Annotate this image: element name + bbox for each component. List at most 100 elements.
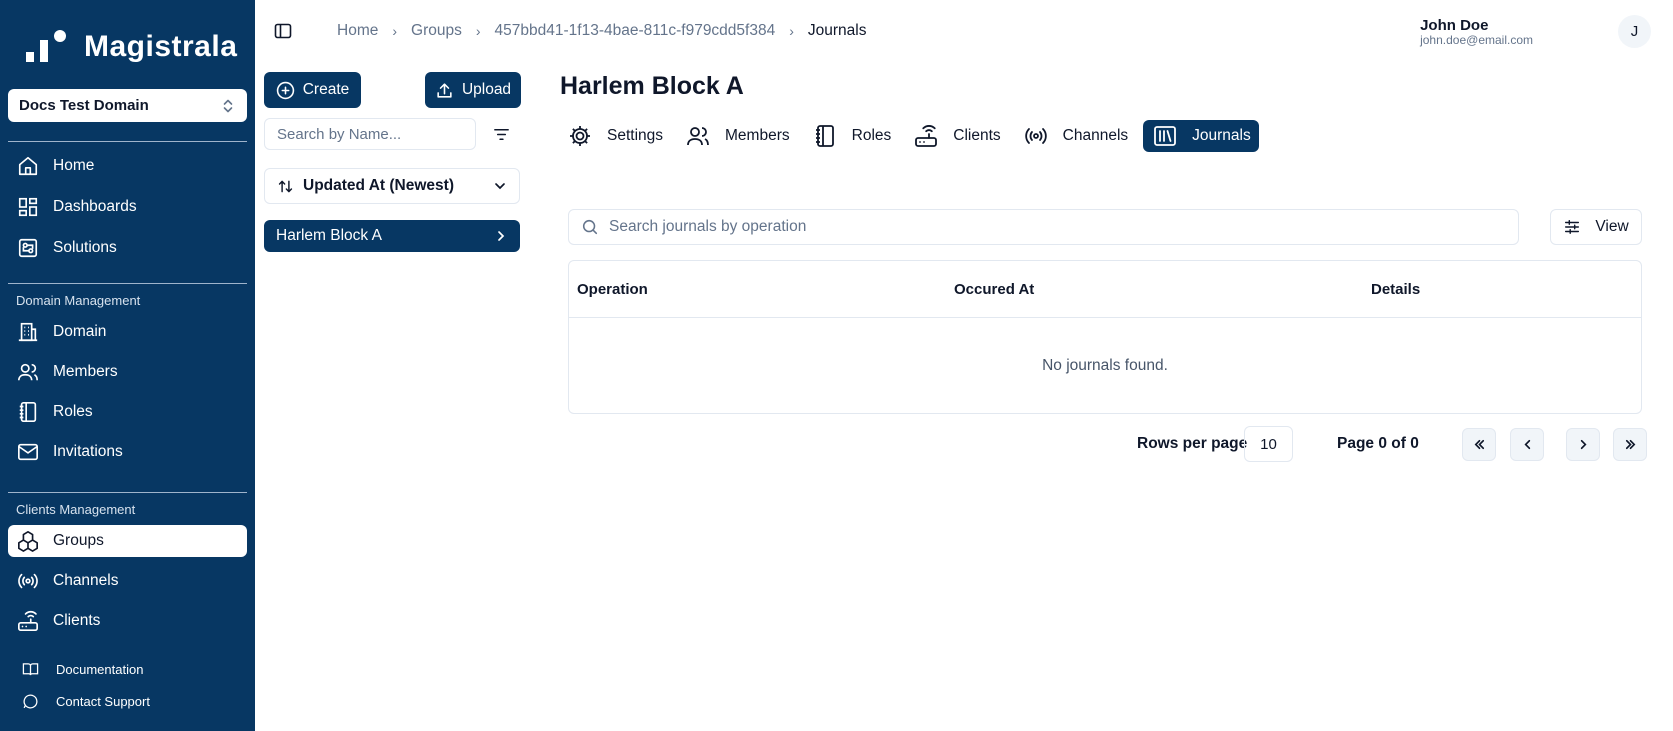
tab-settings[interactable]: Settings <box>560 120 672 152</box>
page-title: Harlem Block A <box>560 72 744 100</box>
search-icon <box>582 219 598 235</box>
sidebar-item-groups[interactable]: Groups <box>8 525 247 557</box>
sidebar-item-label: Home <box>53 157 95 174</box>
sort-label: Updated At (Newest) <box>303 177 454 194</box>
tab-label: Journals <box>1192 127 1251 144</box>
router-icon <box>915 125 938 147</box>
tab-roles[interactable]: Roles <box>805 120 901 152</box>
radio-icon <box>18 573 38 589</box>
sidebar-item-contact-support[interactable]: Contact Support <box>8 688 247 714</box>
chevron-right-icon: › <box>789 23 794 39</box>
logo-mark-icon <box>26 30 72 64</box>
sidebar-item-label: Invitations <box>53 443 123 460</box>
sidebar-divider <box>8 141 247 142</box>
tab-label: Members <box>725 127 790 144</box>
tab-journals[interactable]: Journals <box>1143 120 1259 152</box>
tab-label: Settings <box>607 127 664 144</box>
mail-icon <box>18 443 38 461</box>
sidebar-item-label: Members <box>53 363 118 380</box>
building-icon <box>18 322 38 342</box>
tab-members[interactable]: Members <box>678 120 799 152</box>
column-header-operation[interactable]: Operation <box>577 281 648 298</box>
users-icon <box>687 127 709 146</box>
sidebar-item-label: Domain <box>53 323 107 340</box>
section-domain-management: Domain Management <box>16 293 141 308</box>
tab-label: Roles <box>851 127 892 144</box>
journal-search-field[interactable] <box>568 209 1519 245</box>
plus-circle-icon <box>276 81 294 99</box>
logo[interactable]: Magistrala <box>26 30 237 64</box>
first-page-button[interactable] <box>1462 428 1496 461</box>
table-header: Operation Occured At Details <box>569 261 1641 318</box>
solutions-icon <box>18 238 38 258</box>
sidebar-item-solutions[interactable]: Solutions <box>8 232 247 264</box>
group-list-item[interactable]: Harlem Block A <box>264 220 520 252</box>
sidebar-item-label: Groups <box>53 532 104 549</box>
chevron-right-icon <box>1580 439 1587 450</box>
sidebar-item-clients[interactable]: Clients <box>8 605 247 637</box>
sidebar-divider <box>8 283 247 284</box>
router-icon <box>18 610 38 631</box>
notebook-icon <box>19 402 37 422</box>
domain-selector[interactable]: Docs Test Domain <box>8 89 247 122</box>
boxes-icon <box>18 531 38 552</box>
chevron-right-icon: › <box>475 23 481 39</box>
search-by-name-input[interactable] <box>264 118 476 150</box>
last-page-button[interactable] <box>1613 428 1647 461</box>
sidebar-divider <box>8 492 247 493</box>
sidebar-item-domain[interactable]: Domain <box>8 316 247 348</box>
empty-state-text: No journals found. <box>1042 357 1168 374</box>
tab-channels[interactable]: Channels <box>1016 120 1138 152</box>
domain-selector-label: Docs Test Domain <box>19 97 149 114</box>
upload-icon <box>437 82 452 98</box>
user-info[interactable]: John Doe john.doe@email.com <box>1420 18 1533 47</box>
chevron-left-icon <box>1523 439 1530 450</box>
view-label: View <box>1595 218 1629 235</box>
sidebar-item-dashboards[interactable]: Dashboards <box>8 191 247 223</box>
breadcrumb-group-id[interactable]: 457bbd41-1f13-4bae-811c-f979cdd5f384 <box>495 22 776 40</box>
sidebar: Magistrala Docs Test Domain Home Dashboa… <box>0 0 255 731</box>
sidebar-item-invitations[interactable]: Invitations <box>8 436 247 468</box>
next-page-button[interactable] <box>1566 428 1600 461</box>
view-button[interactable]: View <box>1550 209 1642 245</box>
upload-button[interactable]: Upload <box>425 72 521 108</box>
sidebar-item-roles[interactable]: Roles <box>8 396 247 428</box>
chevron-right-icon <box>498 231 505 241</box>
sort-select[interactable]: Updated At (Newest) <box>264 168 520 204</box>
avatar[interactable]: J <box>1618 15 1651 48</box>
sidebar-item-label: Roles <box>53 403 93 420</box>
filter-icon[interactable] <box>492 125 511 144</box>
sidebar-item-documentation[interactable]: Documentation <box>8 656 247 682</box>
chevrons-left-icon <box>1474 439 1484 450</box>
column-header-details[interactable]: Details <box>1371 281 1420 298</box>
tab-clients[interactable]: Clients <box>906 120 1009 152</box>
page-info: Page 0 of 0 <box>1337 435 1419 452</box>
sidebar-item-home[interactable]: Home <box>8 150 247 182</box>
sliders-icon <box>1565 219 1580 235</box>
breadcrumb-current: Journals <box>807 22 867 39</box>
radio-icon <box>1024 128 1047 144</box>
sidebar-toggle-icon[interactable] <box>274 22 292 40</box>
column-header-occured-at[interactable]: Occured At <box>954 281 1034 298</box>
create-button[interactable]: Create <box>264 72 361 108</box>
journal-search-input[interactable] <box>609 218 1489 236</box>
breadcrumb-home[interactable]: Home <box>337 22 378 40</box>
chevrons-up-down-icon <box>223 99 233 112</box>
sidebar-item-members[interactable]: Members <box>8 356 247 388</box>
previous-page-button[interactable] <box>1510 428 1544 461</box>
tab-label: Channels <box>1062 127 1129 144</box>
upload-label: Upload <box>461 81 512 98</box>
journals-table: Operation Occured At Details No journals… <box>568 260 1642 414</box>
sidebar-item-label: Dashboards <box>53 198 137 215</box>
book-icon <box>22 662 39 675</box>
dashboard-icon <box>18 197 38 217</box>
tab-label: Clients <box>953 127 1001 144</box>
sidebar-item-label: Clients <box>53 612 101 629</box>
breadcrumb-groups[interactable]: Groups <box>411 22 462 40</box>
sidebar-item-label: Channels <box>53 572 119 589</box>
app-name: Magistrala <box>84 30 238 63</box>
notebook-icon <box>815 125 834 147</box>
sidebar-item-channels[interactable]: Channels <box>8 565 247 597</box>
sidebar-item-label: Documentation <box>56 661 144 677</box>
rows-per-page-select[interactable]: 10 <box>1244 426 1293 462</box>
